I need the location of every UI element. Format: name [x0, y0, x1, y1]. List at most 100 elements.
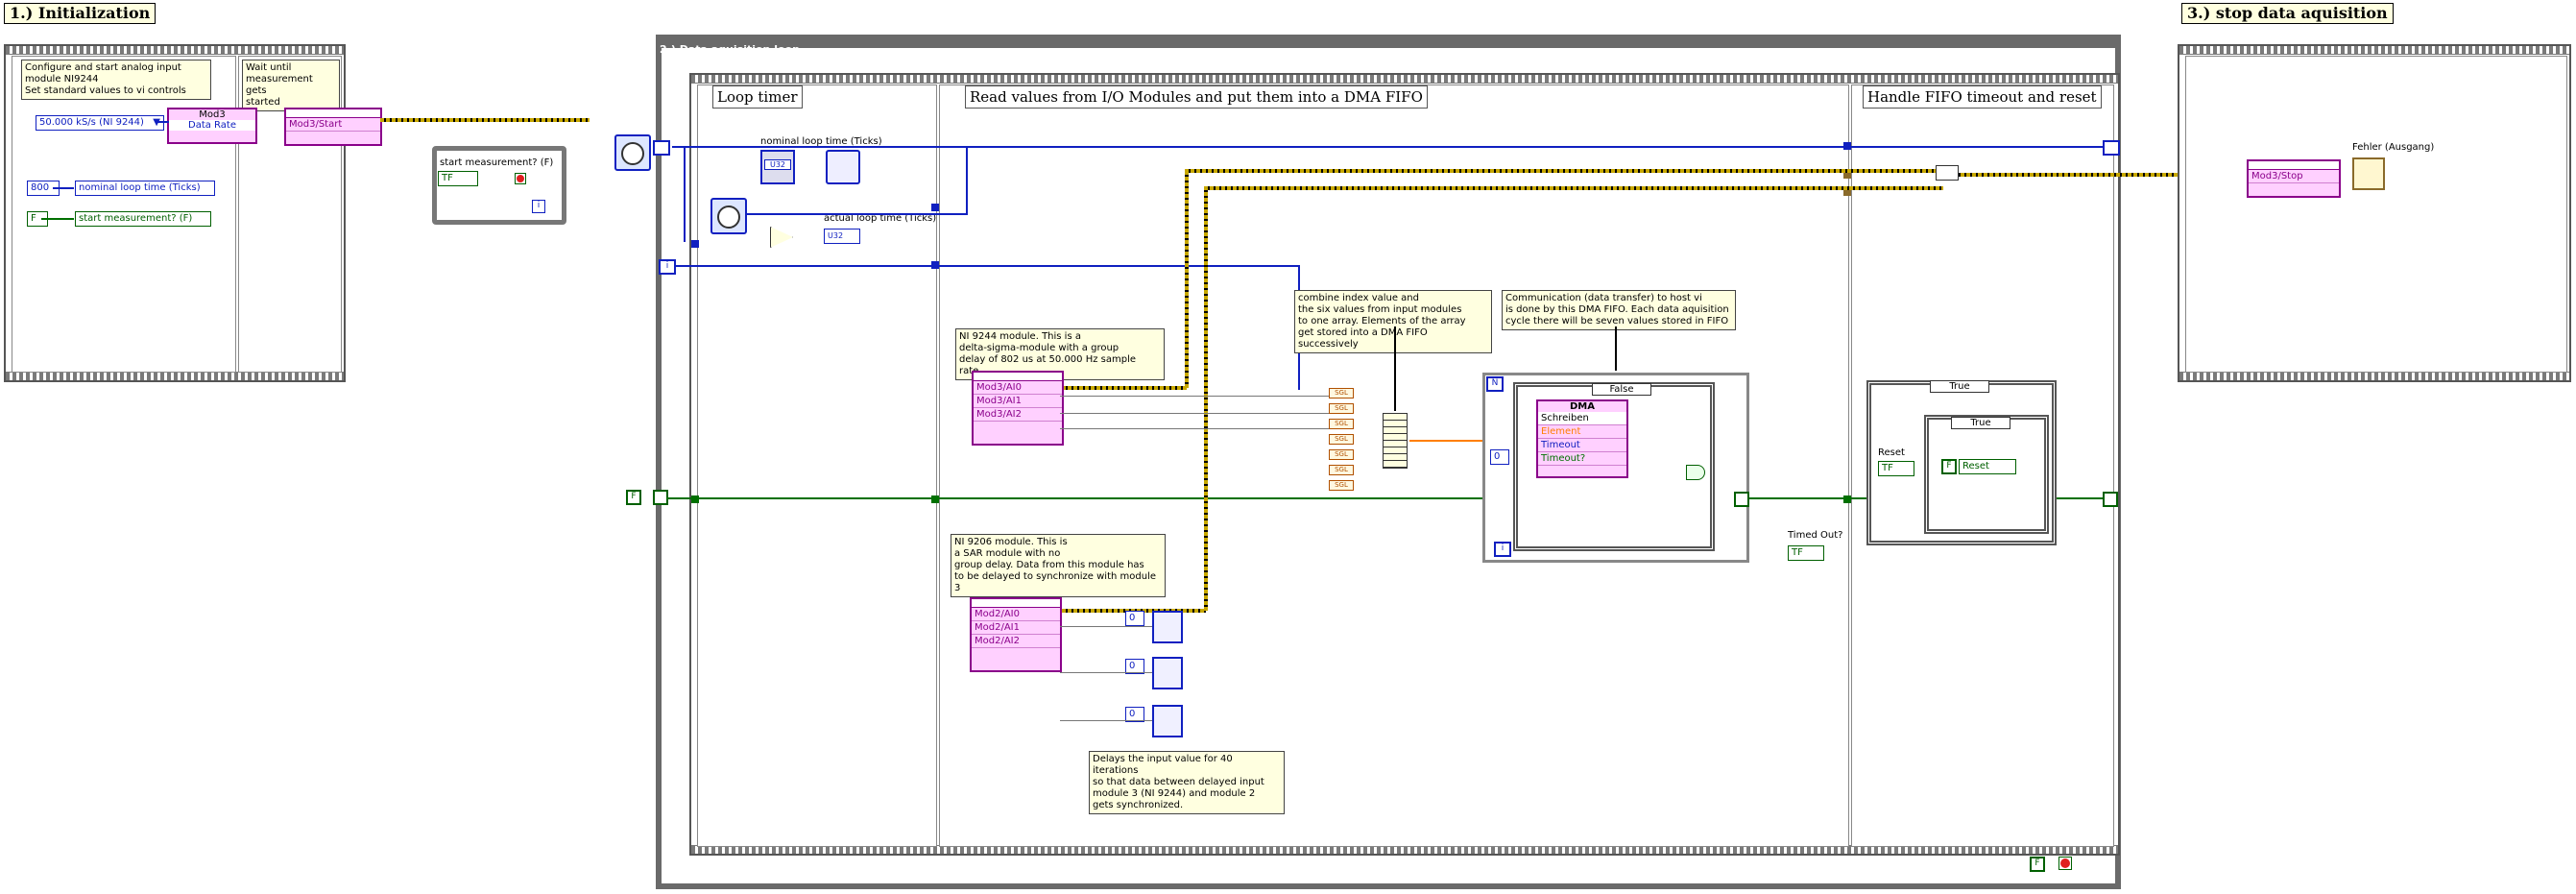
io-node-mod3[interactable]: Mod3/AI0 Mod3/AI1 Mod3/AI2: [972, 371, 1064, 446]
invoke-node-mod3-stop[interactable]: Mod3/Stop: [2247, 159, 2341, 198]
mod3-label: Mod3: [199, 109, 226, 120]
build-array-function: [1383, 413, 1408, 469]
error-wire-mod2-up: [1204, 188, 1208, 611]
for-loop-count: N: [1486, 376, 1504, 392]
timed-out-indicator: TF: [1788, 545, 1824, 561]
delay-node-ai2: [1152, 705, 1183, 737]
sgl-convert-mod3-1: SGL: [1329, 419, 1354, 429]
film-strip-top: [6, 46, 344, 55]
section-title-stop: 3.) stop data aquisition: [2181, 3, 2394, 24]
data-rate-label: Data Rate: [169, 120, 255, 131]
dma-title: DMA: [1570, 401, 1595, 412]
stop-condition-icon: [515, 173, 526, 184]
wire-mod2-ai1: [1060, 672, 1152, 673]
io-node-mod2[interactable]: Mod2/AI0 Mod2/AI1 Mod2/AI2: [970, 597, 1062, 672]
start-false-wire: [41, 218, 74, 220]
mod3-ai0: Mod3/AI0: [974, 381, 1062, 395]
loop-stop-false[interactable]: F: [2030, 857, 2045, 872]
wire-mod3-ai0: [1060, 396, 1329, 397]
note-wait-start: Wait until measurement gets started: [242, 60, 340, 111]
data-rate-ring[interactable]: 50.000 kS/s (NI 9244) ▼: [36, 115, 164, 131]
case-selector-false[interactable]: False: [1592, 383, 1651, 396]
label-handle-timeout: Handle FIFO timeout and reset: [1863, 85, 2102, 109]
loop-time-wire: [53, 187, 74, 189]
wire-mod3-ai1: [1060, 413, 1329, 414]
wire-stop-bool: [666, 497, 1492, 499]
error-wire-init: [380, 118, 590, 122]
reset-label: Reset: [1878, 447, 1905, 458]
sgl-convert-mod2-2: SGL: [1329, 480, 1354, 491]
shift-register-right: [2103, 140, 2120, 156]
tunnel-blue-loop-left: [691, 240, 699, 248]
rate-wire: [157, 121, 169, 123]
dma-row-timeout: Timeout: [1538, 439, 1626, 452]
actual-loop-indicator: U32: [824, 229, 860, 244]
mod3-start-label: Mod3/Start: [286, 118, 380, 132]
tunnel-blue-1: [653, 140, 670, 156]
label-loop-timer: Loop timer: [712, 85, 803, 109]
note-combine: combine index value and the six values f…: [1294, 290, 1492, 353]
sgl-convert-mod3-2: SGL: [1329, 434, 1354, 445]
shift-register-green-right: [2103, 492, 2118, 507]
zero-const-ai0[interactable]: 0: [1125, 611, 1144, 626]
wait-until-next-multiple-icon: [826, 150, 860, 184]
false-constant-loop[interactable]: F: [626, 490, 641, 505]
case-selector-true-inner[interactable]: True: [1951, 417, 2010, 429]
sgl-convert-mod3-0: SGL: [1329, 403, 1354, 414]
nominal-loop-ind-value: U32: [764, 159, 791, 170]
property-node-mod3[interactable]: Mod3 Data Rate: [167, 108, 257, 144]
error-wire-top2: [1204, 186, 1943, 190]
dma-row-timed-out: Timeout?: [1538, 452, 1626, 466]
mod3-ai2: Mod3/AI2: [974, 408, 1062, 422]
sgl-convert-mod2-0: SGL: [1329, 449, 1354, 460]
local-var-nominal-loop[interactable]: nominal loop time (Ticks): [75, 181, 215, 196]
stop-flat-sequence: [2178, 44, 2571, 382]
tick-count-inner-icon: [710, 198, 747, 234]
false-const-reset[interactable]: F: [1941, 459, 1957, 474]
tunnel-blue-read-left: [931, 204, 939, 211]
mod3-stop-label: Mod3/Stop: [2249, 170, 2339, 183]
error-out-indicator: [2352, 157, 2385, 190]
dma-row-write: Schreiben: [1538, 412, 1626, 425]
local-var-start-measurement[interactable]: start measurement? (F): [75, 211, 211, 227]
section-title-initialization: 1.) Initialization: [4, 3, 156, 24]
dma-row-element: Element: [1538, 425, 1626, 439]
wire-mod3-ai2: [1060, 428, 1329, 429]
start-measurement-label: start measurement? (F): [440, 157, 554, 168]
ring-arrow-icon: ▼: [153, 116, 160, 130]
nominal-loop-indicator: U32: [760, 150, 795, 184]
invoke-node-mod3-start[interactable]: Mod3/Start: [284, 108, 382, 146]
sgl-convert-index: SGL: [1329, 388, 1354, 399]
timeout-zero-const[interactable]: 0: [1490, 449, 1509, 465]
reset-terminal[interactable]: TF: [1878, 461, 1914, 476]
arrow-communication: [1615, 326, 1617, 371]
delay-node-ai0: [1152, 611, 1183, 643]
dma-fifo-write-node[interactable]: DMA Schreiben Element Timeout Timeout?: [1536, 399, 1628, 478]
mod3-ai1: Mod3/AI1: [974, 395, 1062, 408]
local-var-reset[interactable]: Reset: [1959, 459, 2016, 474]
case-selector-true-outer[interactable]: True: [1930, 380, 1989, 393]
or-function: [1686, 465, 1705, 480]
wire-actual-loop: [745, 213, 968, 215]
wire-mod2-ai0: [1060, 626, 1152, 627]
mod2-ai2: Mod2/AI2: [972, 635, 1060, 648]
wire-mod2-ai2: [1060, 720, 1152, 721]
error-out-label: Fehler (Ausgang): [2352, 142, 2435, 153]
loop-stop-condition-icon: [2058, 857, 2072, 870]
sgl-convert-mod2-1: SGL: [1329, 465, 1354, 475]
error-wire-mod3: [1056, 386, 1187, 390]
arrow-combine: [1394, 326, 1396, 411]
note-communication: Communication (data transfer) to host vi…: [1502, 290, 1736, 330]
label-read-values: Read values from I/O Modules and put the…: [965, 85, 1428, 109]
dma-bool-out: [1734, 492, 1749, 507]
tick-count-icon: [614, 134, 651, 171]
error-wire-top1: [1185, 169, 1943, 173]
iteration-terminal-wait: i: [532, 200, 545, 213]
note-configure-module: Configure and start analog input module …: [21, 60, 211, 100]
film-strip-bottom: [6, 372, 344, 380]
wire-nominal-drop: [684, 146, 686, 242]
tunnel-index: i: [659, 259, 676, 275]
error-wire-mod3-up: [1185, 171, 1189, 388]
bundle-function: [1936, 165, 1959, 181]
start-measurement-terminal[interactable]: TF: [438, 171, 478, 186]
